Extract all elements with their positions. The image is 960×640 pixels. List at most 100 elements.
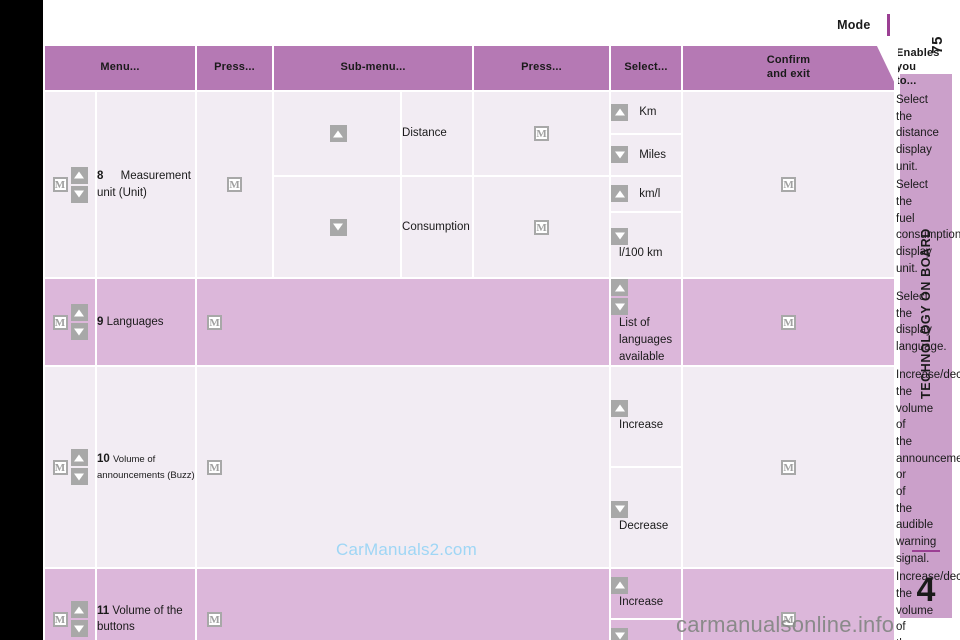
arrow-up-icon[interactable]: [70, 166, 88, 184]
header-corner-cut: [876, 44, 899, 90]
arrow-up-icon[interactable]: [70, 304, 88, 322]
arrow-down-icon[interactable]: [329, 218, 347, 236]
key-cluster: M: [45, 166, 95, 203]
col-head-submenu: Sub-menu...: [272, 44, 475, 92]
menu-label: Languages: [106, 316, 164, 329]
submenu-label-cell: Distance: [400, 89, 475, 178]
arrow-up-icon[interactable]: [70, 601, 88, 619]
menu-label: Volume of announcements (Buzz): [97, 453, 195, 482]
select-cell: Increase: [609, 365, 684, 469]
watermark-bottom: carmanualsonline.info: [676, 612, 895, 637]
arrow-down-icon[interactable]: [611, 500, 629, 518]
select-cell: Increase: [609, 567, 684, 621]
menu-name-cell: 9 Languages: [94, 277, 198, 368]
arrow-stack: [70, 166, 88, 203]
arrow-up-icon[interactable]: [611, 576, 629, 594]
select-label: Miles: [639, 148, 667, 161]
m-key-icon[interactable]: M: [781, 314, 797, 330]
arrow-up-icon[interactable]: [329, 125, 347, 143]
m-key-icon[interactable]: M: [207, 459, 223, 475]
row-keys-cell: M: [43, 277, 97, 368]
menu-label: Volume of the buttons: [97, 604, 183, 634]
press-cell: M: [195, 567, 612, 640]
arrow-down-icon[interactable]: [70, 468, 88, 486]
arrow-down-icon[interactable]: [611, 627, 629, 640]
col-head-select: Select...: [609, 44, 684, 92]
press-cell: M: [195, 365, 612, 570]
m-key-icon[interactable]: M: [781, 459, 797, 475]
select-label: Decrease: [619, 520, 669, 533]
m-key-icon[interactable]: M: [207, 314, 223, 330]
arrow-up-icon[interactable]: [70, 449, 88, 467]
m-key-icon[interactable]: M: [534, 219, 550, 235]
menu-name-cell: 8 Measurement unit (Unit): [94, 89, 198, 280]
col-head-confirm: Confirm and exit: [681, 44, 897, 92]
col-head-press-1: Press...: [195, 44, 275, 92]
menu-number: 9: [97, 316, 104, 329]
row-keys-cell: M: [43, 89, 97, 280]
m-key-icon[interactable]: M: [52, 177, 68, 193]
submenu-arrow-cell: [272, 175, 403, 280]
table-row: M 10 Volume of announcements (Buzz) M In…: [43, 365, 960, 570]
col-head-menu: Menu...: [42, 44, 198, 92]
arrow-down-icon[interactable]: [611, 298, 629, 316]
menu-number: 11: [97, 604, 110, 617]
key-cluster: M: [45, 304, 95, 341]
page-title: Mode: [837, 18, 871, 32]
arrow-down-icon[interactable]: [70, 185, 88, 203]
arrow-up-icon[interactable]: [611, 185, 629, 203]
press-cell: M: [472, 89, 612, 178]
press-cell: M: [195, 89, 275, 280]
confirm-line-2: and exit: [766, 68, 811, 80]
menu-label: Measurement unit (Unit): [97, 170, 191, 199]
m-key-icon[interactable]: M: [227, 176, 243, 192]
chapter-divider: [912, 550, 940, 552]
select-label: List of languages available: [619, 317, 673, 363]
table-row: M 8 Measurement unit (Unit) M Distance M…: [43, 89, 939, 280]
select-cell: Miles: [609, 132, 684, 178]
confirm-line-1: Confirm: [766, 54, 811, 67]
arrow-up-icon[interactable]: [611, 103, 629, 121]
table-header-row: Menu... Press... Sub-menu... Press... Se…: [42, 44, 939, 92]
press-cell: M: [195, 277, 612, 368]
arrow-down-icon[interactable]: [70, 323, 88, 341]
select-cell: l/100 km: [609, 210, 684, 280]
select-cell: Decrease: [609, 618, 684, 640]
arrow-stack: [70, 601, 88, 638]
arrow-down-icon[interactable]: [70, 620, 88, 638]
submenu-arrow-cell: [272, 89, 403, 178]
select-label: l/100 km: [619, 247, 663, 260]
m-key-icon[interactable]: M: [52, 611, 68, 627]
m-key-icon[interactable]: M: [52, 459, 68, 475]
menu-name-cell: 10 Volume of announcements (Buzz): [94, 365, 198, 570]
col-head-press-2: Press...: [472, 44, 612, 92]
select-label: Increase: [619, 596, 664, 609]
menu-name-cell: 11 Volume of the buttons: [94, 567, 198, 640]
arrow-up-icon[interactable]: [611, 399, 629, 417]
key-cluster: M: [45, 601, 95, 638]
confirm-cell: M: [681, 365, 897, 570]
select-cell: Km: [609, 90, 684, 135]
page-header: Mode: [700, 14, 890, 36]
m-key-icon[interactable]: M: [207, 611, 223, 627]
header-accent-rule: [887, 14, 890, 36]
submenu-label-cell: Consumption: [400, 175, 475, 280]
confirm-cell: M: [681, 89, 897, 280]
watermark-center: CarManuals2.com: [336, 540, 477, 559]
arrow-up-icon[interactable]: [611, 279, 629, 297]
arrow-down-icon[interactable]: [611, 146, 629, 164]
m-key-icon[interactable]: M: [534, 125, 550, 141]
m-key-icon[interactable]: M: [781, 176, 797, 192]
manual-page: Mode 75 TECHNOLOGY ON BOARD 4 Menu... Pr…: [0, 0, 960, 640]
select-cell: List of languages available: [609, 277, 684, 368]
menu-number: 8: [97, 170, 104, 183]
row-keys-cell: M: [43, 567, 97, 640]
menu-number: 10: [97, 452, 110, 465]
confirm-cell: M: [681, 277, 897, 368]
m-key-icon[interactable]: M: [52, 314, 68, 330]
arrow-down-icon[interactable]: [611, 227, 629, 245]
arrow-stack: [70, 304, 88, 341]
left-black-gutter: [0, 0, 43, 640]
select-cell: Decrease: [609, 466, 684, 570]
arrow-stack: [70, 449, 88, 486]
